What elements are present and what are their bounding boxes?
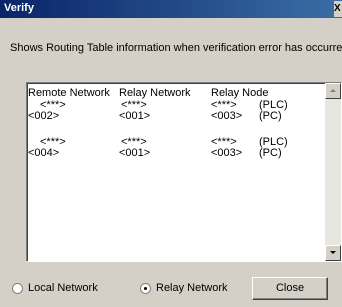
- scroll-down-arrow-icon: [330, 251, 336, 254]
- local-network-label: Local Network: [28, 282, 98, 295]
- description-text: Shows Routing Table information when ver…: [10, 42, 342, 54]
- relay-network-label: Relay Network: [156, 282, 228, 295]
- entry1-relay-node: <003>: [211, 110, 243, 122]
- routing-table-list[interactable]: Remote Network Relay Network Relay Node …: [26, 82, 342, 262]
- vertical-scrollbar[interactable]: [325, 83, 341, 261]
- header-relay-network: Relay Network: [119, 87, 191, 99]
- verify-dialog: Verify X Shows Routing Table information…: [0, 0, 342, 307]
- entry1-relay-network: <001>: [119, 110, 151, 122]
- routing-table-content: Remote Network Relay Network Relay Node …: [27, 83, 325, 261]
- window-title: Verify: [4, 2, 34, 14]
- local-network-radio[interactable]: [12, 282, 23, 294]
- header-remote-network: Remote Network: [28, 87, 110, 99]
- entry1-type: (PC): [259, 110, 282, 122]
- local-network-option[interactable]: Local Network: [12, 282, 98, 294]
- entry2-type: (PC): [259, 147, 282, 159]
- header-relay-node: Relay Node: [211, 87, 269, 99]
- entry1-remote-network: <002>: [28, 110, 60, 122]
- entry2-remote-network: <004>: [28, 147, 60, 159]
- title-bar: Verify X: [0, 0, 342, 18]
- close-button[interactable]: Close: [252, 277, 328, 300]
- scroll-down-button[interactable]: [325, 245, 341, 261]
- entry2-relay-network: <001>: [119, 147, 151, 159]
- entry2-relay-node: <003>: [211, 147, 243, 159]
- close-window-icon[interactable]: X: [334, 1, 342, 17]
- relay-network-option[interactable]: Relay Network: [140, 282, 228, 294]
- scroll-up-button[interactable]: [325, 83, 341, 99]
- relay-network-radio[interactable]: [140, 282, 151, 294]
- scroll-up-arrow-icon: [330, 89, 336, 92]
